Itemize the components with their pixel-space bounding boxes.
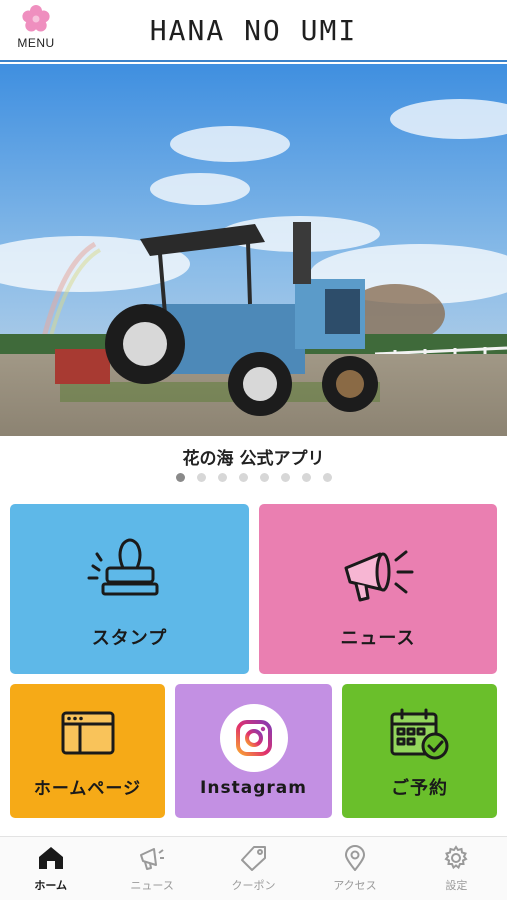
app-title: HANA NO UMI <box>149 14 358 47</box>
nav-access[interactable]: アクセス <box>304 837 405 900</box>
app-header: MENU HANA NO UMI <box>0 0 507 62</box>
slide-dot[interactable] <box>238 473 248 482</box>
tag-icon <box>240 846 266 871</box>
bottom-navigation: ホーム ニュース クーポン アクセス 設定 <box>0 836 507 900</box>
nav-settings[interactable]: 設定 <box>406 837 507 900</box>
slide-dot[interactable] <box>322 473 332 482</box>
slide-dot[interactable] <box>259 473 269 482</box>
map-pin-icon <box>344 845 365 871</box>
instagram-icon <box>235 720 272 756</box>
browser-window-icon <box>61 711 114 755</box>
nav-coupon[interactable]: クーポン <box>203 837 304 900</box>
slide-dot[interactable] <box>280 473 290 482</box>
reservation-tile-label: ご予約 <box>391 778 448 799</box>
stamp-tile[interactable]: スタンプ <box>10 504 249 674</box>
instagram-badge <box>219 704 288 772</box>
hero-photo-tractor <box>0 64 507 436</box>
hero-slideshow[interactable] <box>0 64 507 436</box>
nav-news[interactable]: ニュース <box>101 837 202 900</box>
slide-dot[interactable] <box>301 473 311 482</box>
instagram-tile-label: Instagram <box>200 778 307 798</box>
slide-dot[interactable] <box>196 473 206 482</box>
nav-home-label: ホーム <box>34 879 68 892</box>
homepage-tile-label: ホームページ <box>33 779 142 799</box>
nav-access-label: アクセス <box>333 879 377 892</box>
nav-home[interactable]: ホーム <box>0 837 101 900</box>
megaphone-icon <box>140 848 165 870</box>
megaphone-icon <box>344 550 414 602</box>
slide-dot[interactable] <box>217 473 227 482</box>
homepage-tile[interactable]: ホームページ <box>10 684 165 818</box>
news-tile[interactable]: ニュース <box>259 504 497 674</box>
nav-news-label: ニュース <box>130 879 174 892</box>
nav-settings-label: 設定 <box>445 879 468 892</box>
instagram-tile[interactable]: Instagram <box>175 684 332 818</box>
stamp-tile-label: スタンプ <box>91 628 168 649</box>
hero-caption: 花の海 公式アプリ <box>182 449 325 469</box>
calendar-check-icon <box>390 708 448 760</box>
news-tile-label: ニュース <box>340 628 416 649</box>
stamp-icon <box>87 538 158 596</box>
slide-dot[interactable] <box>175 473 185 482</box>
slide-indicator[interactable] <box>0 473 507 482</box>
home-icon <box>38 847 63 869</box>
nav-coupon-label: クーポン <box>231 879 276 892</box>
gear-icon <box>444 845 468 870</box>
reservation-tile[interactable]: ご予約 <box>342 684 497 818</box>
